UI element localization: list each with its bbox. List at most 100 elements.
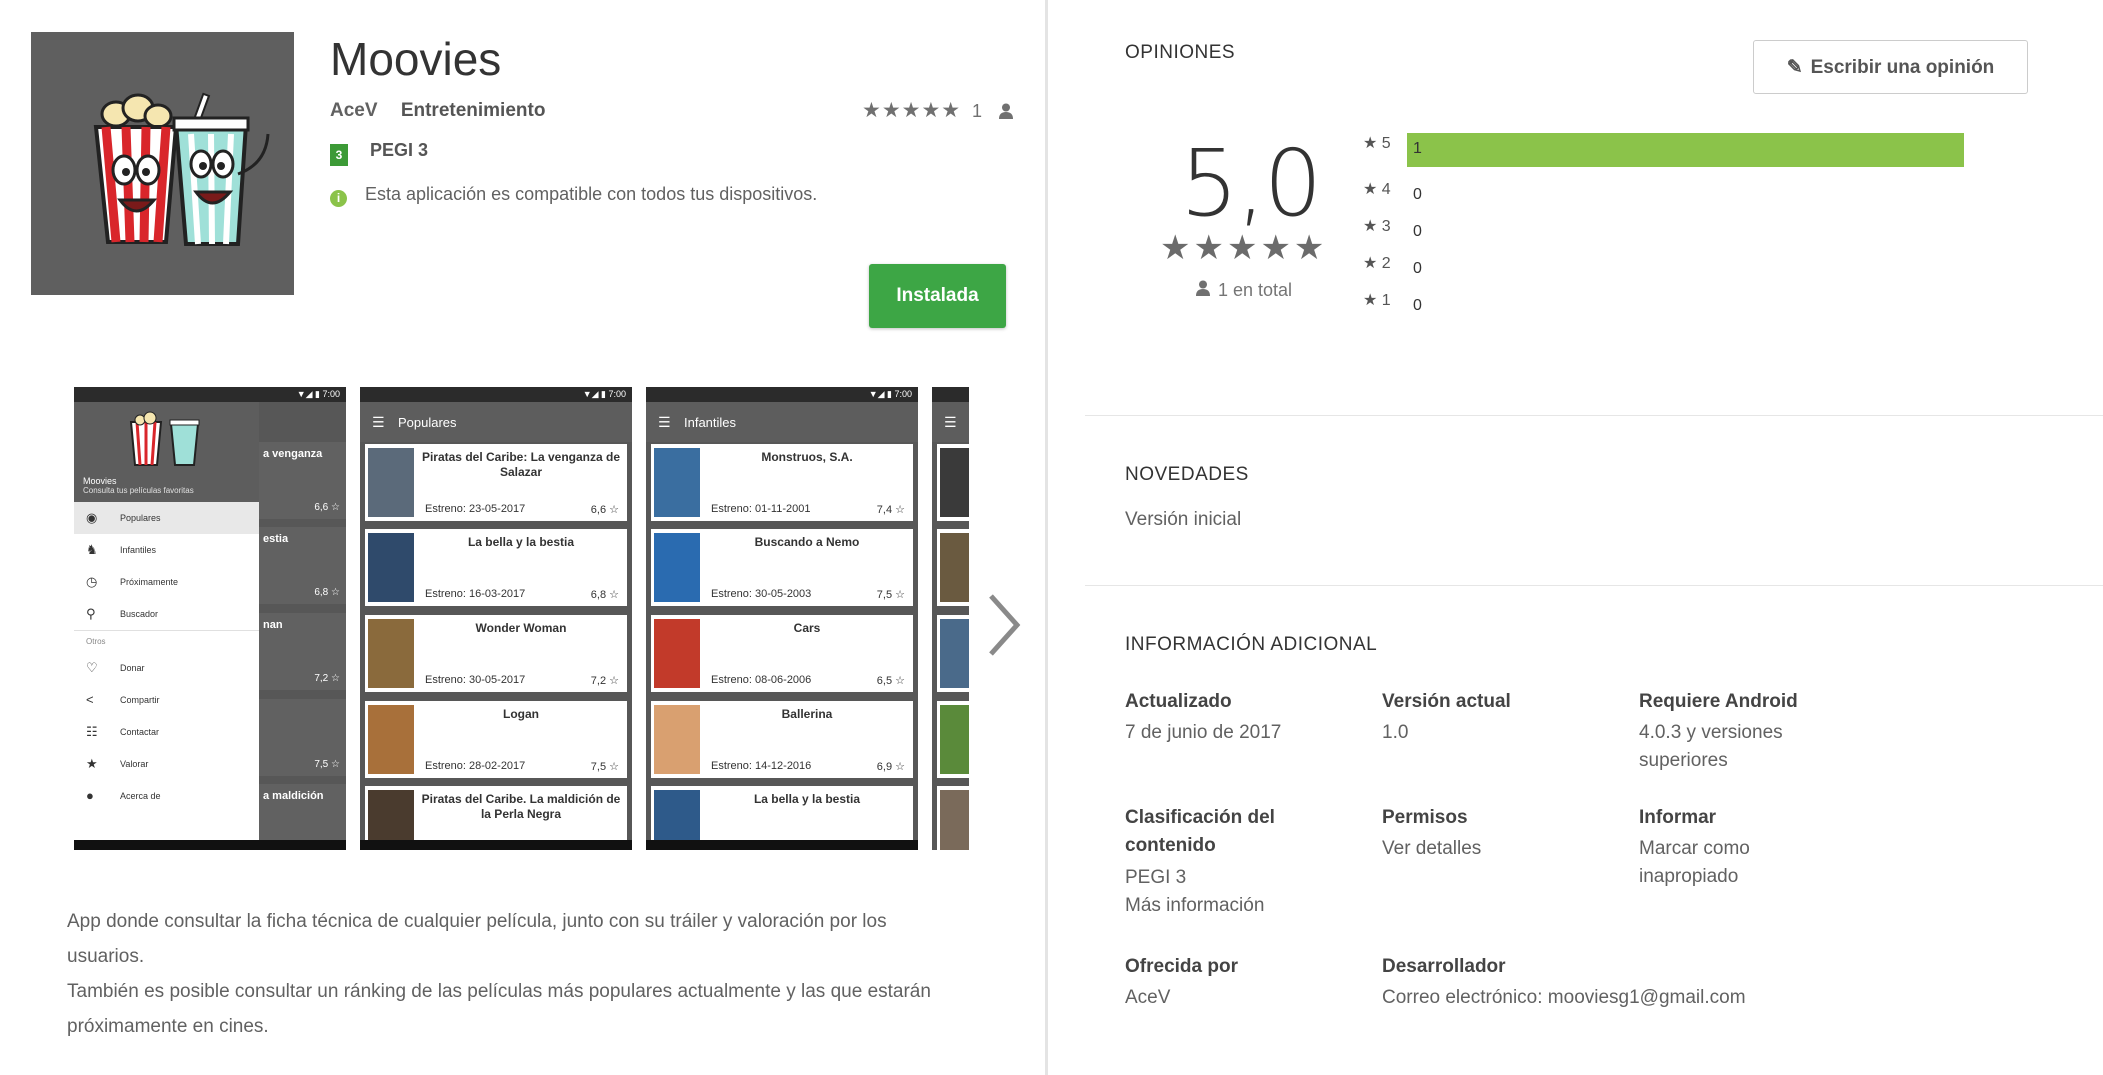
offered-by-label: Ofrecida por [1125,956,1238,977]
movie-card: Piratas del Caribe: La venganza de Salaz… [365,444,627,521]
drawer-header: Moovies Consulta tus películas favoritas [74,402,259,502]
movie-card: Logan Estreno: 28-02-2017 7,5 ☆ [365,701,627,778]
description-paragraph: También es posible consultar un ránking … [67,981,931,1037]
drawer-item: ♡ Donar [86,660,145,675]
app-title: Moovies [330,33,502,85]
android-nav-bar [646,840,918,850]
movie-poster [654,705,700,774]
compatibility-notice: i Esta aplicación es compatible con todo… [330,184,817,207]
drawer-item: ☷ Contactar [86,724,160,739]
movie-poster [654,448,700,517]
flag-inappropriate-link[interactable]: Marcar como inapropiado [1639,835,1750,891]
movie-card [937,444,969,521]
screenshot-populares[interactable]: ▼◢ ▮ 7:00 ☰ Populares Piratas del Caribe:… [360,387,632,850]
movie-card: Wonder Woman Estreno: 30-05-2017 7,2 ☆ [365,615,627,692]
more-info-link[interactable]: Más información [1125,892,1264,920]
histogram-row: ★ 10 [1363,292,1422,314]
person-icon [998,103,1013,119]
updated-label: Actualizado [1125,691,1232,712]
rating-summary: ★★★★★ 1 [862,98,1013,123]
menu-icon: ☰ [372,414,385,430]
histogram-row: ★ 51 [1363,133,1964,167]
movie-card: Monstruos, S.A. Estreno: 01-11-2001 7,4 ☆ [651,444,913,521]
whats-new-title: NOVEDADES [1125,464,1249,485]
movie-poster [368,705,414,774]
description-paragraph: App donde consultar la ficha técnica de … [67,911,887,967]
compatibility-text: Esta aplicación es compatible con todos … [365,184,818,204]
histogram-row: ★ 30 [1363,218,1422,240]
status-bar: ▼◢ ▮ 7:00 [360,387,632,402]
android-nav-bar [74,840,346,850]
version-value: 1.0 [1382,722,1409,743]
menu-icon: ☰ [658,414,671,430]
movie-poster [368,448,414,517]
movie-poster [654,619,700,688]
average-score: 5,0 [1180,130,1322,237]
movie-card [937,615,969,692]
drawer-item: < Compartir [86,692,160,707]
info-icon: i [330,190,347,207]
average-stars: ★★★★★ [1160,229,1328,267]
section-divider [1085,585,2103,586]
content-rating-value: PEGI 3 Más información [1125,864,1264,920]
movie-poster [654,533,700,602]
drawer-section-label: Otros [74,630,259,652]
movie-poster [940,790,969,850]
phone-toolbar: ☰ [932,402,969,442]
status-bar [932,387,969,402]
movie-poster [940,705,969,774]
view-details-link[interactable]: Ver detalles [1382,835,1481,863]
developer-label: Desarrollador [1382,956,1506,977]
histogram-row: ★ 40 [1363,181,1422,203]
android-value: 4.0.3 y versiones superiores [1639,722,1783,771]
reviews-info-panel: OPINIONES ✎ Escribir una opinión 5,0 ★★★★… [1048,0,2103,1075]
rating-count: 1 [971,101,982,121]
android-nav-bar [360,840,632,850]
phone-toolbar: ☰ Infantiles [646,402,918,442]
drawer-item: ◷ Próximamente [86,574,179,589]
write-review-button[interactable]: ✎ Escribir una opinión [1753,40,2028,94]
popcorn-soda-logo-icon [93,92,270,246]
movie-card: Ballerina Estreno: 14-12-2016 6,9 ☆ [651,701,913,778]
developer-email-link[interactable]: Correo electrónico: mooviesg1@gmail.com [1382,984,1746,1012]
movie-card: Cars Estreno: 08-06-2006 6,5 ☆ [651,615,913,692]
drawer-app-name: Moovies [83,476,117,486]
movie-poster [940,619,969,688]
movie-poster [940,448,969,517]
phone-toolbar: ☰ Populares [360,402,632,442]
drawer-item: ♞ Infantiles [86,542,157,557]
reviews-title: OPINIONES [1125,42,1236,63]
behind-card: estia 6,8 ☆ [259,527,346,604]
category-link[interactable]: Entretenimiento [401,100,546,121]
movie-card [937,786,969,850]
pegi-rating: 3 PEGI 3 [330,140,428,166]
developer-link[interactable]: AceV [330,100,378,121]
drawer-item: ★ Valorar [86,756,149,771]
screenshot-drawer[interactable]: ▼◢ ▮ 7:00 a venganza 6,6 ☆ estia 6,8 ☆ nan… [74,387,346,850]
screenshot-infantiles[interactable]: ▼◢ ▮ 7:00 ☰ Infantiles Monstruos, S.A. Est… [646,387,918,850]
chevron-right-icon[interactable] [983,590,1023,660]
drawer-item: ◉ Populares [74,502,259,534]
nav-drawer: Moovies Consulta tus películas favoritas… [74,402,259,840]
movie-poster [940,533,969,602]
drawer-subtitle: Consulta tus películas favoritas [83,486,194,495]
version-label: Versión actual [1382,691,1511,712]
section-divider [1085,415,2103,416]
permissions-label: Permisos [1382,807,1468,828]
rating-stars: ★★★★★ [862,99,962,122]
installed-button[interactable]: Instalada [869,264,1006,328]
histogram-row: ★ 20 [1363,255,1422,277]
drawer-logo-icon [129,411,200,466]
person-icon [1196,280,1210,296]
screenshot-partial[interactable]: ☰ [932,387,969,850]
screenshot-carousel[interactable]: ▼◢ ▮ 7:00 a venganza 6,6 ☆ estia 6,8 ☆ nan… [74,387,969,850]
report-label: Informar [1639,807,1717,828]
drawer-item: ● Acerca de [86,788,161,803]
histogram-bar [1407,133,1964,167]
behind-card: nan 7,2 ☆ [259,613,346,690]
updated-value: 7 de junio de 2017 [1125,722,1282,743]
movie-poster [368,533,414,602]
total-reviews: 1 en total [1196,280,1292,301]
movie-card: Buscando a Nemo Estreno: 30-05-2003 7,5 ☆ [651,529,913,606]
app-details-panel: Moovies AceV Entretenimiento ★★★★★ 1 3 P… [0,0,1045,1075]
